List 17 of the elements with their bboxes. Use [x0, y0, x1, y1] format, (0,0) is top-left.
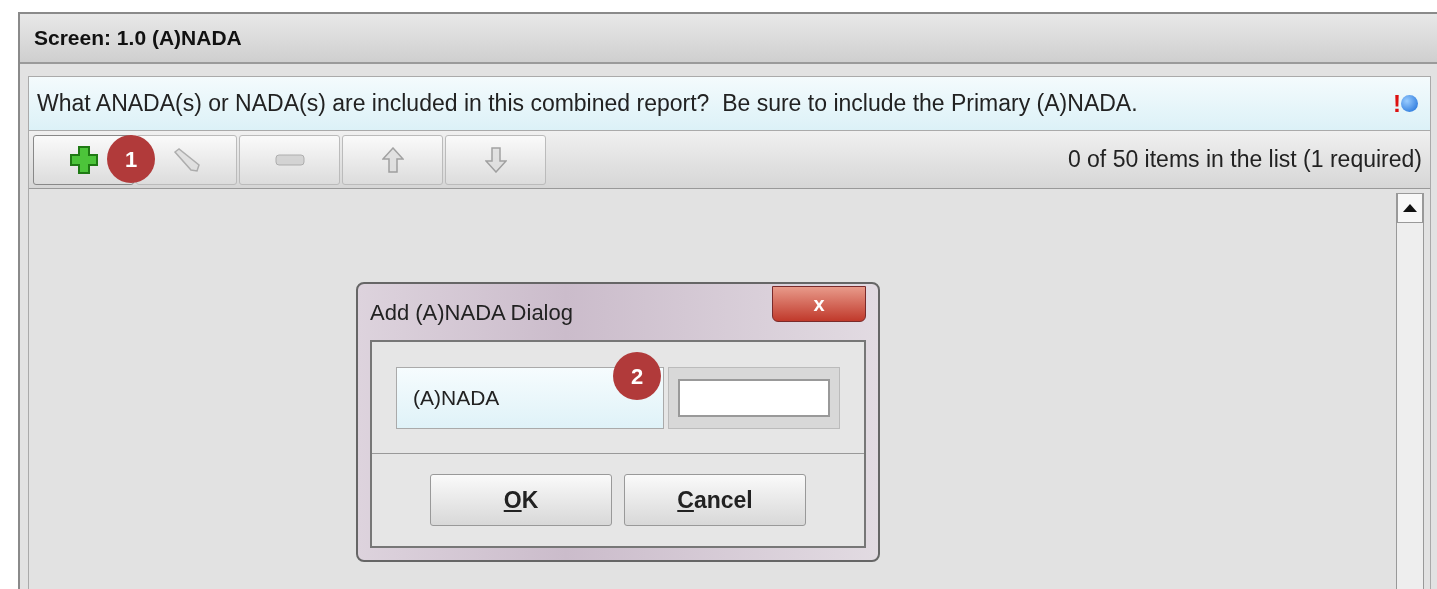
minus-icon [274, 153, 305, 166]
down-arrow-icon [484, 146, 507, 173]
dialog-button[interactable]: Cancel [624, 474, 806, 526]
dialog-button[interactable]: OK [430, 474, 612, 526]
plus-icon [68, 144, 99, 175]
up-arrow-icon [381, 146, 404, 173]
up-arrow-icon [1403, 204, 1417, 212]
input-field[interactable] [668, 366, 840, 429]
close-button[interactable]: x [772, 286, 866, 322]
pencil-icon [171, 147, 202, 172]
scroll-up-button[interactable] [1397, 193, 1423, 223]
dialog-title: Add (A)NADA Dialog [370, 298, 573, 327]
required-mark: ! [1393, 88, 1401, 119]
item-count: 0 of 50 items in the list (1 required) [1067, 145, 1422, 175]
question-text: What ANADA(s) or NADA(s) are included in this combined report? Be sure to include the Primary (A)NADA. [37, 89, 1138, 119]
info-icon[interactable] [1401, 95, 1418, 112]
screen-title: Screen: 1.0 (A)NADA [34, 25, 242, 52]
